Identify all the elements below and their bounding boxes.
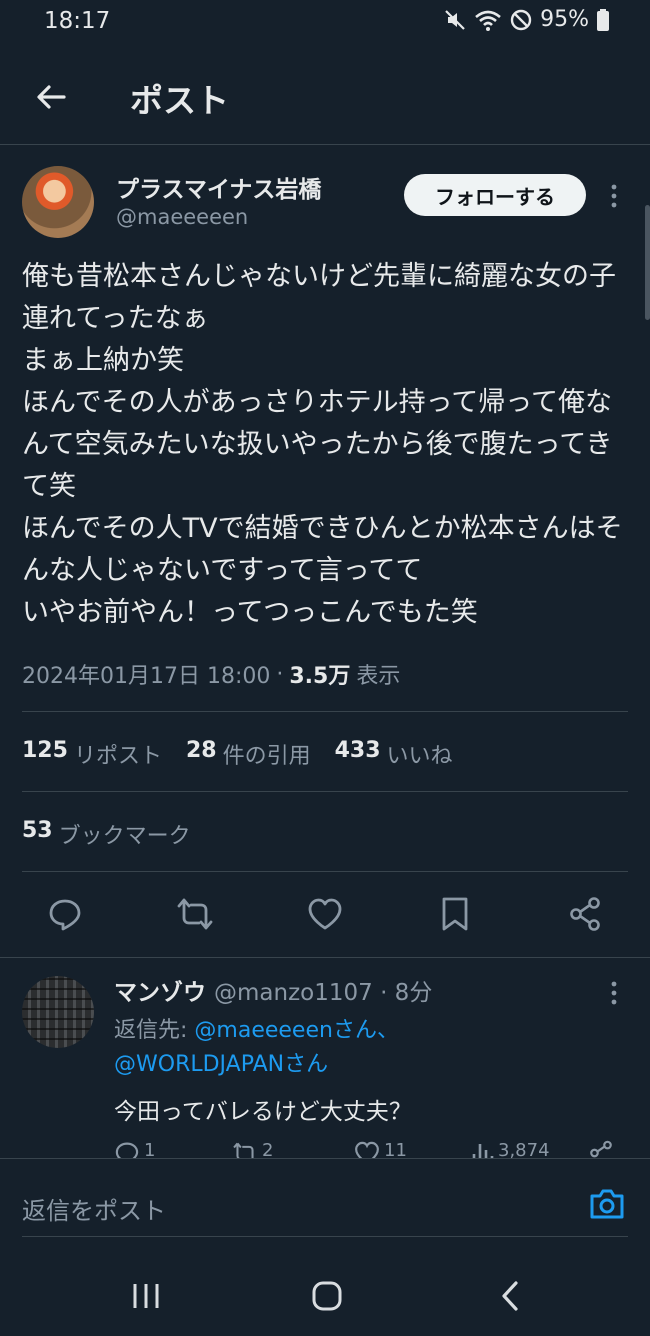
system-navigation-bar	[0, 1258, 650, 1336]
likes-label: いいね	[386, 744, 453, 769]
reply-author-handle[interactable]: @manzo1107 · 8分	[214, 973, 432, 1007]
post-text: 俺も昔松本さんじゃないけど先輩に綺麗な女の子連れてったなぁ まぁ上納か笑 ほんで…	[22, 261, 623, 628]
author-avatar[interactable]	[22, 166, 94, 238]
mention-link[interactable]: @maeeeeenさん、	[194, 1018, 399, 1043]
views-label: 表示	[356, 664, 401, 689]
screen: 18:17 95% ポスト プラスマイナス岩橋 @maeeeeen フォローする…	[0, 0, 650, 1336]
engagement-stats: 125 リポスト 28 件の引用 433 いいね	[22, 738, 453, 770]
post-datetime[interactable]: 2024年01月17日 18:00	[22, 658, 270, 690]
reply-to: 返信先: @maeeeeenさん、 @WORLDJAPANさん	[114, 1014, 399, 1082]
meta-separator: ·	[276, 661, 284, 687]
quotes-label: 件の引用	[222, 744, 311, 769]
composer-divider	[22, 1236, 628, 1237]
wifi-icon	[475, 10, 501, 31]
do-not-disturb-icon	[510, 9, 532, 30]
reply-text: 今田ってバレるけど大丈夫？	[114, 1099, 412, 1125]
camera-button[interactable]	[586, 1183, 628, 1225]
reply-likes-count: 11	[384, 1140, 407, 1160]
reply-button[interactable]	[43, 892, 87, 936]
reply-reposts-count: 2	[262, 1140, 274, 1160]
heart-icon	[355, 1141, 379, 1160]
post-more-button[interactable]	[600, 178, 628, 214]
views-chart-icon	[472, 1144, 494, 1160]
repost-icon	[233, 1142, 257, 1160]
reposts-label: リポスト	[73, 744, 162, 769]
status-icons: 95%	[443, 7, 610, 32]
divider	[22, 711, 628, 712]
heart-icon	[308, 898, 342, 930]
system-back-button[interactable]	[488, 1274, 532, 1318]
top-app-bar: ポスト	[0, 60, 650, 140]
reply-views-button[interactable]: 3,874	[470, 1140, 550, 1160]
reposts-stat[interactable]: 125 リポスト	[22, 738, 162, 770]
reposts-count: 125	[22, 738, 68, 763]
post-meta: 2024年01月17日 18:00 · 3.5万 表示	[22, 658, 400, 690]
author-name[interactable]: プラスマイナス岩橋	[116, 170, 321, 204]
battery-percentage: 95%	[540, 7, 589, 32]
quotes-count: 28	[185, 738, 217, 763]
divider	[22, 871, 628, 872]
mute-icon	[445, 9, 465, 30]
reply-like-button[interactable]: 11	[354, 1140, 407, 1160]
page-title: ポスト	[130, 81, 229, 120]
reply-icon	[115, 1142, 139, 1160]
bookmarks-label: ブックマーク	[58, 824, 191, 849]
bookmark-icon	[442, 897, 468, 931]
author-handle[interactable]: @maeeeeen	[116, 205, 248, 229]
repost-icon	[177, 898, 213, 930]
likes-count: 433	[334, 738, 381, 763]
share-button[interactable]	[563, 892, 607, 936]
home-button[interactable]	[305, 1274, 349, 1318]
reply-composer: 返信をポスト	[0, 1158, 650, 1258]
reply-views-count: 3,874	[498, 1140, 550, 1160]
bookmark-button[interactable]	[433, 892, 477, 936]
mention-link[interactable]: @WORLDJAPANさん	[114, 1052, 328, 1077]
repost-button[interactable]	[173, 892, 217, 936]
reply-to-prefix: 返信先:	[114, 1018, 195, 1043]
reply-author-avatar[interactable]	[22, 976, 94, 1048]
recent-apps-icon	[133, 1284, 159, 1308]
status-time: 18:17	[44, 8, 111, 34]
reply-more-button[interactable]	[600, 978, 628, 1008]
bookmarks-stat[interactable]: 53 ブックマーク	[22, 818, 191, 850]
more-vertical-icon	[611, 981, 617, 1005]
bookmarks-count: 53	[22, 818, 53, 843]
reply-header: マンゾウ @manzo1107 · 8分	[114, 973, 432, 1007]
camera-icon	[590, 1189, 624, 1219]
reply-share-button[interactable]	[588, 1140, 614, 1160]
reply-reply-button[interactable]: 1	[114, 1140, 155, 1160]
recent-apps-button[interactable]	[124, 1274, 168, 1318]
views-count: 3.5万	[289, 664, 351, 689]
divider	[22, 791, 628, 792]
likes-stat[interactable]: 433 いいね	[335, 738, 453, 770]
reply-replies-count: 1	[144, 1140, 156, 1160]
follow-button[interactable]: フォローする	[404, 174, 586, 216]
section-divider	[0, 957, 650, 958]
status-bar: 18:17 95%	[0, 0, 650, 44]
reply-author-name[interactable]: マンゾウ	[114, 973, 206, 1007]
scrollbar[interactable]	[645, 205, 650, 320]
reply-actions: 1 2 11 3,874	[114, 1140, 634, 1160]
quotes-stat[interactable]: 28 件の引用	[186, 738, 311, 770]
reply-icon	[49, 899, 81, 931]
like-button[interactable]	[303, 892, 347, 936]
home-icon	[312, 1281, 342, 1311]
reply-repost-button[interactable]: 2	[232, 1140, 273, 1160]
share-icon	[570, 897, 600, 931]
chevron-left-icon	[502, 1281, 518, 1311]
header-divider	[0, 144, 650, 145]
battery-icon	[597, 8, 609, 31]
post-actions	[0, 892, 650, 938]
reply-input[interactable]: 返信をポスト	[22, 1191, 166, 1226]
arrow-left-icon	[37, 85, 66, 109]
more-vertical-icon	[611, 184, 617, 208]
back-button[interactable]	[28, 74, 74, 120]
share-icon	[590, 1140, 612, 1158]
